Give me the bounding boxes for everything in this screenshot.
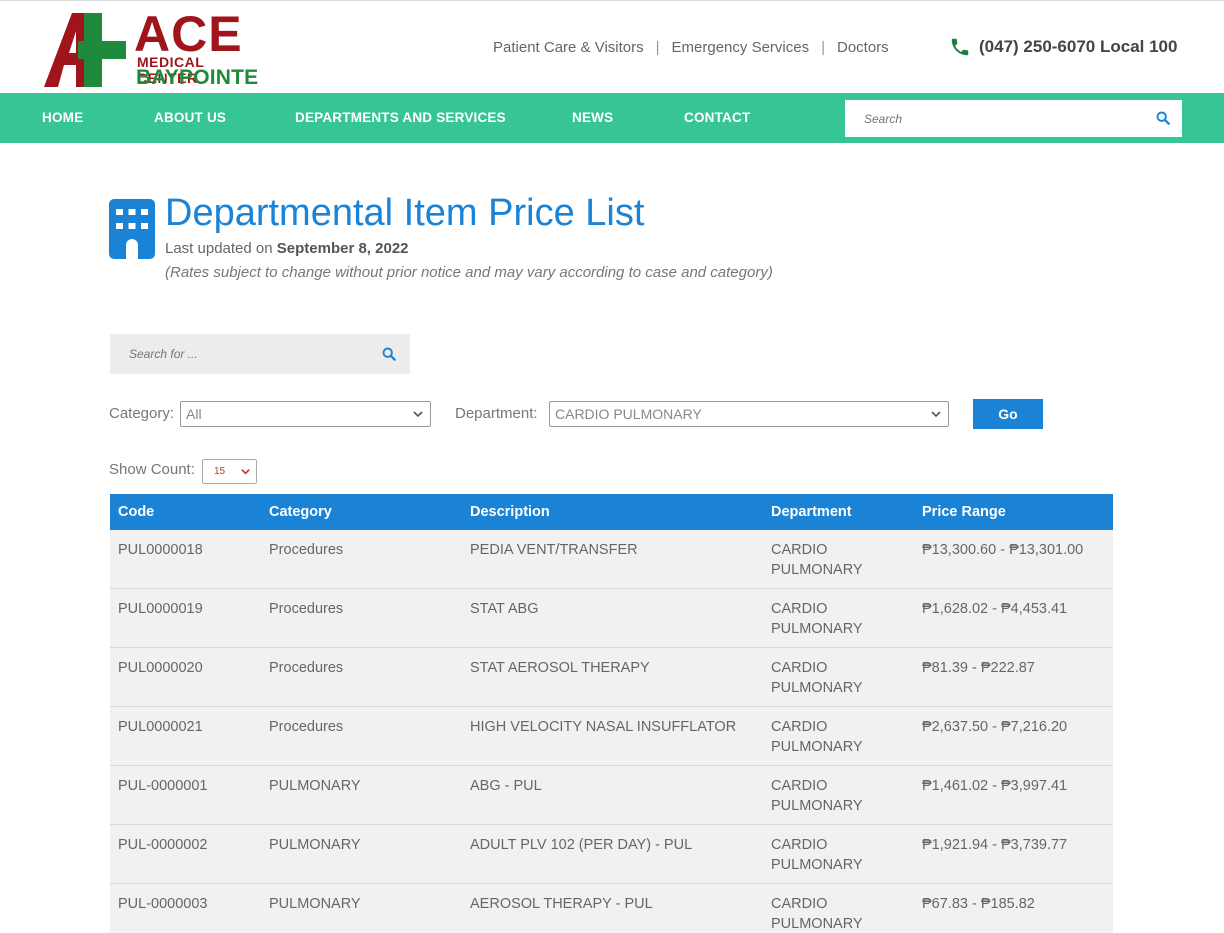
phone-contact[interactable]: (047) 250-6070 Local 100 xyxy=(949,36,1177,58)
cell-description: ABG - PUL xyxy=(462,765,763,825)
cell-department: CARDIO PULMONARY xyxy=(763,706,914,766)
building-icon xyxy=(109,199,155,259)
cell-code: PUL0000018 xyxy=(110,530,261,589)
cell-department: CARDIO PULMONARY xyxy=(763,588,914,648)
cell-code: PUL-0000002 xyxy=(110,824,261,884)
department-label: Department: xyxy=(455,405,538,422)
nav-search-box xyxy=(845,100,1182,137)
nav-contact[interactable]: CONTACT xyxy=(684,110,750,125)
cell-description: STAT ABG xyxy=(462,588,763,648)
chevron-down-icon xyxy=(413,411,423,418)
cell-description: ADULT PLV 102 (PER DAY) - PUL xyxy=(462,824,763,884)
price-search-input[interactable] xyxy=(110,334,370,374)
table-row: PUL0000019 Procedures STAT ABG CARDIO PULMO… xyxy=(110,588,1113,648)
page-title: Departmental Item Price List xyxy=(165,192,645,234)
chevron-down-icon xyxy=(931,411,941,418)
chevron-down-icon xyxy=(241,469,250,475)
cell-department: CARDIO PULMONARY xyxy=(763,824,914,884)
table-body: PUL0000018 Procedures PEDIA VENT/TRANSFER C… xyxy=(110,530,1113,933)
price-table: Code Category Description Department Pri… xyxy=(110,494,1113,933)
nav-search-input[interactable] xyxy=(845,100,1145,137)
phone-icon xyxy=(951,38,969,56)
column-header-category[interactable]: Category xyxy=(261,494,462,530)
logo-name: ACE xyxy=(134,6,243,62)
cell-department: CARDIO PULMONARY xyxy=(763,647,914,707)
cell-category: PULMONARY xyxy=(261,765,462,825)
cell-price-range: ₱1,461.02 - ₱3,997.41 xyxy=(914,765,1113,825)
cell-code: PUL0000019 xyxy=(110,588,261,648)
show-count-value: 15 xyxy=(214,466,226,477)
cell-category: PULMONARY xyxy=(261,824,462,884)
rates-note: (Rates subject to change without prior n… xyxy=(165,264,773,281)
column-header-department[interactable]: Department xyxy=(763,494,914,530)
nav-news[interactable]: NEWS xyxy=(572,110,613,125)
cell-code: PUL0000021 xyxy=(110,706,261,766)
cell-category: Procedures xyxy=(261,588,462,648)
top-link-separator: | xyxy=(821,39,825,56)
site-logo[interactable]: ACE MEDICAL CENTER BAYPOINTE xyxy=(42,6,258,89)
price-search-box xyxy=(110,334,410,374)
table-row: PUL0000020 Procedures STAT AEROSOL THERAPY… xyxy=(110,647,1113,707)
category-label: Category: xyxy=(109,405,175,422)
column-header-price-range[interactable]: Price Range xyxy=(914,494,1113,530)
cell-code: PUL0000020 xyxy=(110,647,261,707)
go-button[interactable]: Go xyxy=(973,399,1043,429)
cell-price-range: ₱1,628.02 - ₱4,453.41 xyxy=(914,588,1113,648)
cell-department: CARDIO PULMONARY xyxy=(763,765,914,825)
table-row: PUL-0000003 PULMONARY AEROSOL THERAPY - PU… xyxy=(110,883,1113,933)
main-nav: HOME ABOUT US DEPARTMENTS AND SERVICES N… xyxy=(0,93,1224,143)
category-select[interactable]: All xyxy=(180,401,431,427)
top-link-doctors[interactable]: Doctors xyxy=(837,39,889,56)
phone-number: (047) 250-6070 Local 100 xyxy=(979,37,1178,56)
cell-category: Procedures xyxy=(261,647,462,707)
column-header-description[interactable]: Description xyxy=(462,494,763,530)
top-link-emergency[interactable]: Emergency Services xyxy=(672,39,810,56)
department-selected-value: CARDIO PULMONARY xyxy=(555,406,702,422)
column-header-code[interactable]: Code xyxy=(110,494,261,530)
table-row: PUL0000018 Procedures PEDIA VENT/TRANSFER C… xyxy=(110,530,1113,589)
cell-code: PUL-0000003 xyxy=(110,883,261,933)
search-icon[interactable] xyxy=(1156,111,1170,125)
cell-price-range: ₱2,637.50 - ₱7,216.20 xyxy=(914,706,1113,766)
cell-description: HIGH VELOCITY NASAL INSUFFLATOR xyxy=(462,706,763,766)
top-link-patient-care[interactable]: Patient Care & Visitors xyxy=(493,39,644,56)
cell-price-range: ₱13,300.60 - ₱13,301.00 xyxy=(914,530,1113,589)
table-row: PUL0000021 Procedures HIGH VELOCITY NASAL … xyxy=(110,706,1113,766)
search-icon[interactable] xyxy=(382,347,396,361)
cell-price-range: ₱81.39 - ₱222.87 xyxy=(914,647,1113,707)
cell-category: PULMONARY xyxy=(261,883,462,933)
cell-description: PEDIA VENT/TRANSFER xyxy=(462,530,763,589)
table-row: PUL-0000002 PULMONARY ADULT PLV 102 (PER D… xyxy=(110,824,1113,884)
site-header: ACE MEDICAL CENTER BAYPOINTE Patient Car… xyxy=(0,0,1224,93)
last-updated: Last updated on September 8, 2022 xyxy=(165,240,409,257)
logo-location: BAYPOINTE xyxy=(136,66,259,89)
show-count-select[interactable]: 15 xyxy=(202,459,257,484)
cell-category: Procedures xyxy=(261,530,462,589)
cell-description: STAT AEROSOL THERAPY xyxy=(462,647,763,707)
cell-price-range: ₱1,921.94 - ₱3,739.77 xyxy=(914,824,1113,884)
show-count-label: Show Count: xyxy=(109,461,195,478)
category-selected-value: All xyxy=(186,406,202,422)
top-link-separator: | xyxy=(655,39,660,56)
table-row: PUL-0000001 PULMONARY ABG - PUL CARDIO PULM… xyxy=(110,765,1113,825)
top-links: Patient Care & Visitors | Emergency Serv… xyxy=(493,39,889,56)
table-header-row: Code Category Description Department Pri… xyxy=(110,494,1113,530)
last-updated-date: September 8, 2022 xyxy=(276,240,409,257)
cell-description: AEROSOL THERAPY - PUL xyxy=(462,883,763,933)
nav-about-us[interactable]: ABOUT US xyxy=(154,110,226,125)
department-select[interactable]: CARDIO PULMONARY xyxy=(549,401,949,427)
cell-price-range: ₱67.83 - ₱185.82 xyxy=(914,883,1113,933)
nav-home[interactable]: HOME xyxy=(42,110,83,125)
cell-category: Procedures xyxy=(261,706,462,766)
cell-department: CARDIO PULMONARY xyxy=(763,530,914,589)
logo-mark-icon xyxy=(44,13,126,87)
last-updated-prefix: Last updated on xyxy=(165,240,273,257)
cell-department: CARDIO PULMONARY xyxy=(763,883,914,933)
cell-code: PUL-0000001 xyxy=(110,765,261,825)
nav-departments[interactable]: DEPARTMENTS AND SERVICES xyxy=(295,110,506,125)
